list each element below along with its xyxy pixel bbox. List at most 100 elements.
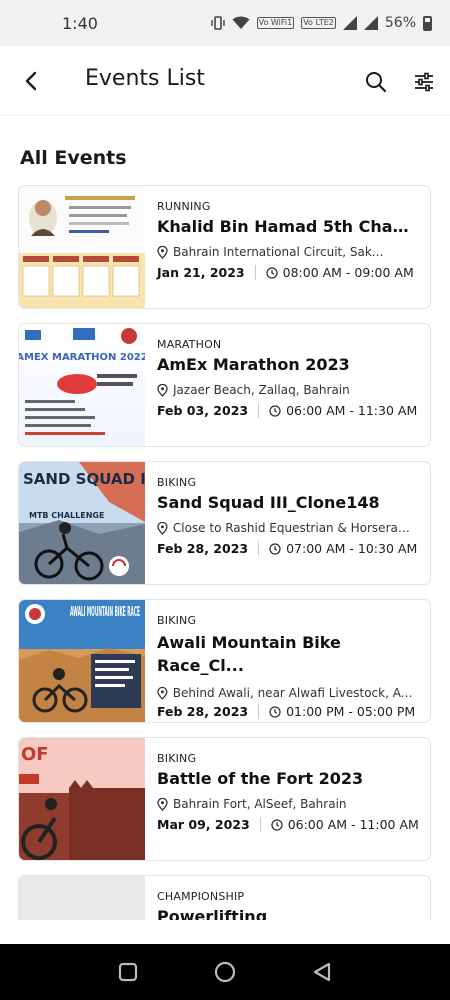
event-location: Bahrain International Circuit, Sak... [157,245,430,259]
location-pin-icon [157,686,168,700]
poster-image: AWALI MOUNTAIN BIKE RACE [19,604,145,722]
event-thumbnail [19,876,145,920]
event-card[interactable]: SAND SQUAD III MTB CHALLENGE BIKING Sand… [18,461,431,585]
event-list: RUNNING Khalid Bin Hamad 5th Charit... B… [18,185,431,920]
section-title: All Events [20,147,127,169]
clock-icon [269,705,281,718]
event-time-text: 08:00 AM - 09:00 AM [282,265,414,280]
vibrate-icon [210,16,225,30]
app-header: Events List [0,46,450,116]
wifi-icon [232,16,250,29]
event-category: MARATHON [157,338,222,351]
clock-icon [269,542,281,555]
event-card[interactable]: CHAMPIONSHIP Powerlifting [18,875,431,920]
event-title: Awali Mountain Bike Race_Cl... [157,633,341,675]
event-location: Jazaer Beach, Zallaq, Bahrain [157,383,430,397]
event-meta: Feb 03, 2023 06:00 AM - 11:30 AM [157,403,430,418]
event-location: Bahrain Fort, AlSeef, Bahrain [157,797,430,811]
system-nav-bar [0,944,450,1000]
event-date: Feb 28, 2023 [157,541,260,556]
poster-image: OF [19,744,145,860]
event-title: Khalid Bin Hamad 5th Charit... [157,217,430,236]
location-pin-icon [157,245,168,259]
back-button[interactable] [18,68,44,94]
poster-title: SAND SQUAD III [23,470,145,488]
search-button[interactable] [364,70,388,94]
poster-image [22,196,140,297]
event-time: 08:00 AM - 09:00 AM [256,265,414,280]
event-card[interactable]: RUNNING Khalid Bin Hamad 5th Charit... B… [18,185,431,309]
back-nav-icon[interactable] [312,962,332,982]
event-title: Battle of the Fort 2023 [157,769,364,788]
recent-apps-icon[interactable] [118,962,138,982]
event-category: RUNNING [157,200,211,213]
event-thumbnail: SAND SQUAD III MTB CHALLENGE [19,462,145,584]
event-card[interactable]: AWALI MOUNTAIN BIKE RACE BIKING Awali Mo… [18,599,431,723]
event-time-text: 01:00 PM - 05:00 PM [286,704,416,719]
event-time: 07:00 AM - 10:30 AM [259,541,417,556]
poster-title: AMEX MARATHON 2022 [19,352,145,363]
signal-icon [342,16,357,30]
event-category: CHAMPIONSHIP [157,890,245,903]
clock-icon [271,818,283,831]
poster-subtitle: MTB CHALLENGE [29,511,104,520]
event-time: 06:00 AM - 11:00 AM [261,817,419,832]
event-location-text: Behind Awali, near Alwafi Livestock, Aw.… [172,686,416,700]
event-location-text: Bahrain International Circuit, Sak... [173,245,384,259]
event-meta: Mar 09, 2023 06:00 AM - 11:00 AM [157,817,430,832]
back-arrow-icon [25,71,37,91]
event-time-text: 06:00 AM - 11:00 AM [287,817,419,832]
event-category: BIKING [157,476,197,489]
poster-title: OF [21,744,49,765]
event-meta: Jan 21, 2023 08:00 AM - 09:00 AM [157,265,430,280]
event-title: Sand Squad III_Clone148 [157,493,380,512]
event-time: 01:00 PM - 05:00 PM [259,704,415,719]
poster-title: AWALI MOUNTAIN BIKE RACE [70,605,140,620]
battery-icon [423,15,432,31]
event-info: RUNNING Khalid Bin Hamad 5th Charit... B… [145,186,430,308]
page-title: Events List [85,66,205,91]
event-card[interactable]: OF BIKING Battle of the Fort 2023 Bahrai… [18,737,431,861]
event-date: Jan 21, 2023 [157,265,256,280]
location-pin-icon [157,383,168,397]
battery-percent: 56% [384,15,416,31]
poster-image: SAND SQUAD III MTB CHALLENGE [19,462,145,584]
location-pin-icon [157,797,168,811]
event-info: BIKING Sand Squad III_Clone148 Close to … [145,462,430,584]
location-pin-icon [157,521,168,535]
event-date: Mar 09, 2023 [157,817,261,832]
search-icon [366,72,387,93]
event-info: CHAMPIONSHIP Powerlifting [145,876,430,920]
event-date: Feb 03, 2023 [157,403,260,418]
event-location-text: Bahrain Fort, AlSeef, Bahrain [173,797,347,811]
clock-icon [269,404,281,417]
event-time-text: 07:00 AM - 10:30 AM [286,541,418,556]
event-card[interactable]: AMEX MARATHON 2022 MARATHON AmEx Maratho… [18,323,431,447]
event-thumbnail [19,186,145,308]
event-time-text: 06:00 AM - 11:30 AM [286,403,418,418]
event-title: AmEx Marathon 2023 [157,355,350,374]
event-thumbnail: OF [19,738,145,860]
event-time: 06:00 AM - 11:30 AM [259,403,417,418]
status-bar: 1:40 Vo WiFi1 Vo LTE2 56% [0,0,450,46]
filter-button[interactable] [412,70,436,94]
event-info: BIKING Awali Mountain Bike Race_Cl... Be… [145,600,430,722]
event-location: Behind Awali, near Alwafi Livestock, Aw.… [157,686,430,700]
event-thumbnail: AMEX MARATHON 2022 [19,324,145,446]
event-info: MARATHON AmEx Marathon 2023 Jazaer Beach… [145,324,430,446]
poster-image: AMEX MARATHON 2022 [19,328,145,435]
event-category: BIKING [157,752,197,765]
signal-icon-2 [363,16,378,30]
clock-icon [265,266,278,279]
events-content[interactable]: All Events RUNNING Khalid Bin Hamad 5th … [0,117,450,920]
event-category: BIKING [157,614,197,627]
sliders-icon [415,72,433,92]
event-meta: Feb 28, 2023 01:00 PM - 05:00 PM [157,704,430,719]
status-time: 1:40 [62,13,98,33]
event-info: BIKING Battle of the Fort 2023 Bahrain F… [145,738,430,860]
lte-badge: Vo LTE2 [301,17,336,29]
event-meta: Feb 28, 2023 07:00 AM - 10:30 AM [157,541,430,556]
wifi-calling-badge: Vo WiFi1 [256,17,295,29]
home-icon[interactable] [214,961,236,983]
event-location-text: Jazaer Beach, Zallaq, Bahrain [173,383,350,397]
